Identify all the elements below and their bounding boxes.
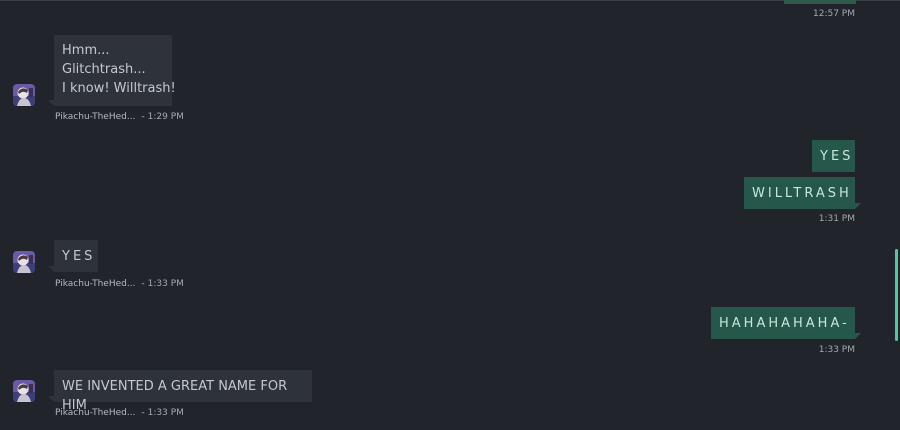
message-line: I know! Willtrash! bbox=[62, 81, 176, 96]
incoming-message-bubble[interactable]: YES bbox=[48, 240, 98, 272]
message-text: YES bbox=[820, 149, 854, 164]
scroll-position-indicator[interactable] bbox=[895, 249, 898, 341]
message-line: Glitchtrash... bbox=[62, 62, 146, 77]
user-avatar-icon[interactable] bbox=[13, 84, 35, 106]
message-meta: Pikachu-TheHed... -1:29 PM bbox=[55, 112, 184, 122]
message-meta: Pikachu-TheHed... -1:33 PM bbox=[55, 279, 184, 289]
message-meta: Pikachu-TheHed... -1:33 PM bbox=[55, 408, 184, 418]
outgoing-message-bubble[interactable]: HAHAHAHAHA- bbox=[711, 307, 861, 339]
meta-separator: - bbox=[141, 279, 145, 289]
incoming-message-bubble[interactable]: WE INVENTED A GREAT NAME FOR HIM bbox=[48, 370, 312, 413]
top-divider bbox=[0, 0, 900, 1]
sender-name[interactable]: Pikachu-TheHed... bbox=[55, 279, 135, 289]
message-timestamp: 1:33 PM bbox=[147, 279, 184, 289]
message-text: WILLTRASH bbox=[752, 186, 852, 201]
message-timestamp: 1:33 PM bbox=[818, 345, 855, 355]
outgoing-message-bubble[interactable]: WILLTRASH bbox=[744, 177, 861, 209]
meta-separator: - bbox=[141, 112, 145, 122]
message-timestamp: 12:57 PM bbox=[813, 9, 855, 19]
user-avatar-icon[interactable] bbox=[13, 251, 35, 273]
message-timestamp: 1:29 PM bbox=[147, 112, 184, 122]
sender-name[interactable]: Pikachu-TheHed... bbox=[55, 112, 135, 122]
message-timestamp: 1:33 PM bbox=[147, 408, 184, 418]
incoming-message-bubble[interactable]: Hmm... Glitchtrash... I know! Willtrash! bbox=[48, 35, 176, 106]
user-avatar-icon[interactable] bbox=[13, 380, 35, 402]
message-line: Hmm... bbox=[62, 43, 110, 58]
message-text: HAHAHAHAHA- bbox=[719, 316, 850, 331]
previous-message-bubble-edge bbox=[784, 0, 856, 4]
meta-separator: - bbox=[141, 408, 145, 418]
sender-name[interactable]: Pikachu-TheHed... bbox=[55, 408, 135, 418]
message-timestamp: 1:31 PM bbox=[818, 214, 855, 224]
message-text: YES bbox=[62, 249, 96, 264]
outgoing-message-bubble[interactable]: YES bbox=[812, 140, 855, 172]
